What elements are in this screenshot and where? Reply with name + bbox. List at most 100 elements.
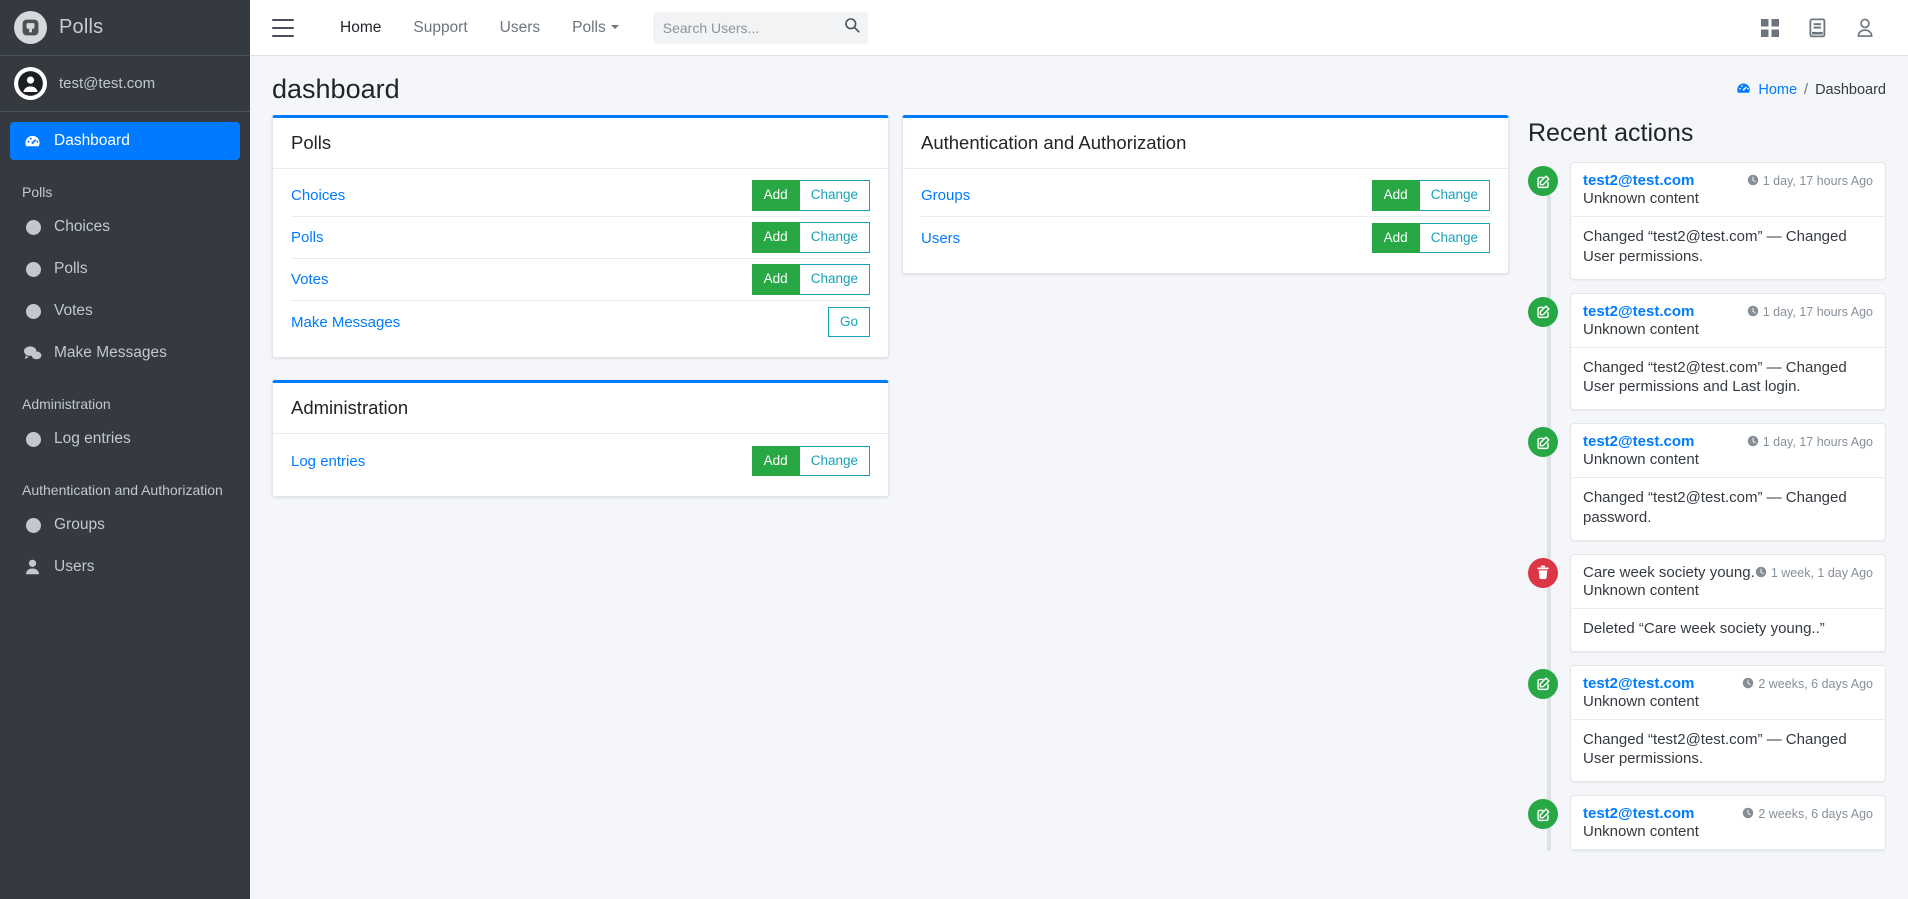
recent-action-user[interactable]: test2@test.com	[1583, 433, 1694, 450]
recent-action-user[interactable]: test2@test.com	[1583, 675, 1694, 692]
card-title: Authentication and Authorization	[903, 118, 1508, 169]
add-button[interactable]: Add	[1371, 222, 1420, 254]
recent-action-content: Unknown content	[1583, 451, 1699, 469]
sidebar-item-label: Groups	[54, 516, 105, 533]
hamburger-icon[interactable]	[272, 18, 294, 37]
circle-icon	[22, 261, 42, 277]
recent-action-body: Changed “test2@test.com” — Changed User …	[1583, 730, 1847, 768]
user-account-icon[interactable]	[1856, 18, 1874, 37]
recent-action-card[interactable]: Care week society young. 1 week, 1 day A…	[1570, 553, 1886, 652]
card-administration: Administration Log entries Add Change	[272, 380, 889, 497]
add-button[interactable]: Add	[1371, 180, 1420, 211]
content-header: dashboard Home / Dashboard	[250, 56, 1908, 115]
sidebar-item-make-messages[interactable]: Make Messages	[10, 334, 240, 372]
edit-icon	[1528, 427, 1558, 458]
card-body: Log entries Add Change	[273, 434, 888, 496]
edit-icon	[1528, 668, 1558, 699]
row-actions: Add Change	[1371, 180, 1490, 211]
sidebar-item-groups[interactable]: Groups	[10, 506, 240, 544]
sidebar-item-label: Votes	[54, 302, 93, 319]
go-button[interactable]: Go	[827, 306, 870, 338]
sidebar-item-label: Dashboard	[54, 132, 130, 149]
list-item: test2@test.com 1 day, 17 hours Ago Unkno…	[1528, 162, 1886, 280]
apps-grid-icon[interactable]	[1761, 18, 1779, 37]
model-link-make-messages[interactable]: Make Messages	[291, 314, 400, 331]
table-row: Groups Add Change	[921, 175, 1490, 217]
change-button[interactable]: Change	[799, 445, 870, 477]
user-icon	[22, 559, 42, 575]
sidebar-item-log-entries[interactable]: Log entries	[10, 420, 240, 458]
circle-icon	[22, 431, 42, 447]
sidebar-brand[interactable]: Polls	[0, 0, 250, 56]
add-button[interactable]: Add	[751, 180, 800, 211]
recent-action-time: 2 weeks, 6 days Ago	[1742, 677, 1873, 691]
sidebar-item-votes[interactable]: Votes	[10, 292, 240, 330]
change-button[interactable]: Change	[1419, 222, 1490, 254]
recent-action-user[interactable]: test2@test.com	[1583, 172, 1694, 189]
recent-action-time: 1 week, 1 day Ago	[1755, 566, 1873, 580]
recent-action-user[interactable]: test2@test.com	[1583, 303, 1694, 320]
recent-action-body: Deleted “Care week society young..”	[1583, 619, 1825, 637]
add-button[interactable]: Add	[751, 264, 800, 295]
recent-action-time: 1 day, 17 hours Ago	[1747, 435, 1873, 449]
recent-action-head: test2@test.com 1 day, 17 hours Ago Unkno…	[1571, 163, 1885, 217]
clock-icon	[1747, 174, 1759, 188]
brand-title: Polls	[59, 16, 104, 38]
content-body: Polls Choices Add Change Polls Add Chang…	[250, 115, 1908, 899]
recent-action-card[interactable]: test2@test.com 1 day, 17 hours Ago Unkno…	[1570, 423, 1886, 541]
row-actions: Add Change	[751, 222, 870, 253]
recent-action-content: Unknown content	[1583, 692, 1699, 710]
recent-action-card[interactable]: test2@test.com 2 weeks, 6 days Ago Unkno…	[1570, 795, 1886, 852]
recent-action-head: test2@test.com 2 weeks, 6 days Ago Unkno…	[1571, 666, 1885, 720]
change-button[interactable]: Change	[1419, 180, 1490, 211]
user-avatar-icon	[14, 67, 47, 100]
topnav-link-users[interactable]: Users	[484, 0, 556, 56]
recent-action-content: Unknown content	[1583, 320, 1699, 338]
table-row: Choices Add Change	[291, 175, 870, 217]
row-actions: Go	[827, 306, 870, 338]
sidebar-user-panel[interactable]: test@test.com	[0, 56, 250, 112]
recent-action-card[interactable]: test2@test.com 1 day, 17 hours Ago Unkno…	[1570, 292, 1886, 411]
recent-action-head: Care week society young. 1 week, 1 day A…	[1571, 555, 1885, 609]
search-input[interactable]	[662, 19, 844, 36]
recent-action-user[interactable]: test2@test.com	[1583, 805, 1694, 822]
recent-actions-panel: Recent actions test2@test.com 1 day, 17 …	[1522, 115, 1886, 899]
sidebar-item-dashboard[interactable]: Dashboard	[10, 122, 240, 160]
recent-action-card[interactable]: test2@test.com 1 day, 17 hours Ago Unkno…	[1570, 162, 1886, 280]
model-link-votes[interactable]: Votes	[291, 271, 329, 288]
top-navbar: Home Support Users Polls	[250, 0, 1908, 56]
book-icon[interactable]	[1809, 17, 1826, 38]
gauge-icon	[1736, 81, 1751, 98]
change-button[interactable]: Change	[799, 222, 870, 253]
model-link-polls[interactable]: Polls	[291, 229, 324, 246]
breadcrumb-home-link[interactable]: Home	[1758, 82, 1797, 98]
search-icon[interactable]	[844, 17, 860, 38]
circle-icon	[22, 517, 42, 533]
add-button[interactable]: Add	[751, 445, 800, 477]
sidebar-item-label: Choices	[54, 218, 110, 235]
topnav-link-home[interactable]: Home	[324, 0, 397, 56]
sidebar-item-polls[interactable]: Polls	[10, 250, 240, 288]
recent-action-time-text: 1 day, 17 hours Ago	[1762, 435, 1873, 450]
model-link-users[interactable]: Users	[921, 230, 960, 247]
card-title: Administration	[273, 383, 888, 434]
recent-action-head: test2@test.com 2 weeks, 6 days Ago Unkno…	[1571, 796, 1885, 851]
topnav-link-support[interactable]: Support	[397, 0, 483, 56]
model-link-choices[interactable]: Choices	[291, 187, 345, 204]
gauge-icon	[22, 133, 42, 150]
model-link-groups[interactable]: Groups	[921, 187, 970, 204]
sidebar-item-choices[interactable]: Choices	[10, 208, 240, 246]
sidebar-item-users[interactable]: Users	[10, 548, 240, 586]
search-box[interactable]	[652, 11, 868, 44]
edit-icon	[1528, 166, 1558, 196]
circle-icon	[22, 219, 42, 235]
clock-icon	[1747, 305, 1759, 319]
add-button[interactable]: Add	[751, 222, 800, 253]
model-link-log-entries[interactable]: Log entries	[291, 453, 365, 470]
change-button[interactable]: Change	[799, 264, 870, 295]
change-button[interactable]: Change	[799, 180, 870, 211]
topnav-link-polls[interactable]: Polls	[556, 0, 635, 56]
column-left: Polls Choices Add Change Polls Add Chang…	[272, 115, 902, 899]
polls-logo-icon	[14, 11, 47, 44]
recent-action-card[interactable]: test2@test.com 2 weeks, 6 days Ago Unkno…	[1570, 664, 1886, 783]
